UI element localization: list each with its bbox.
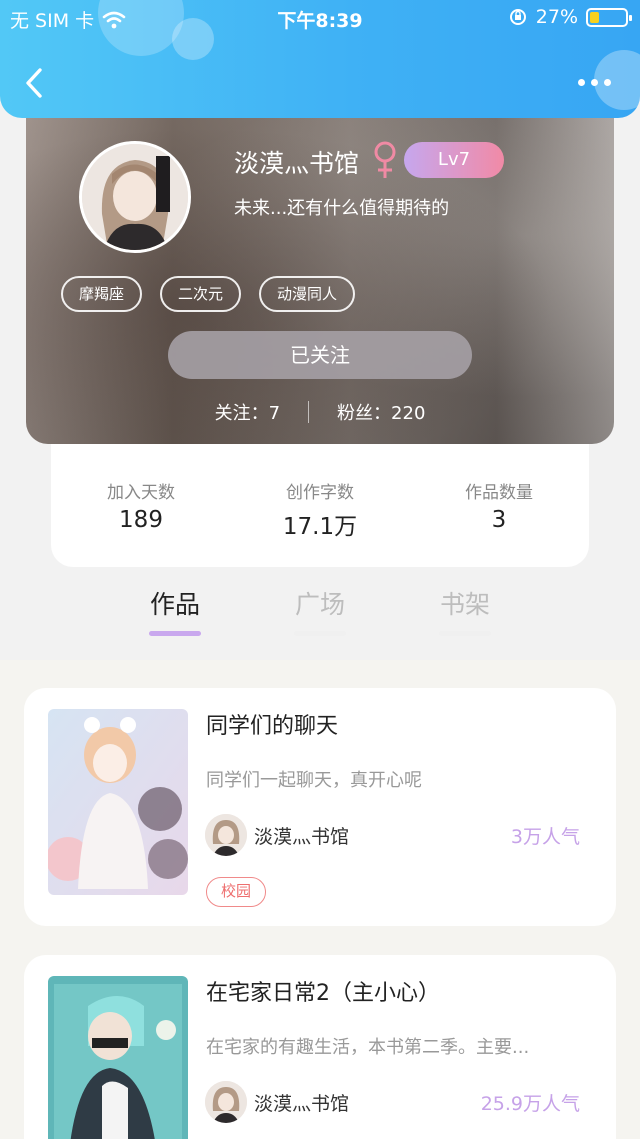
tab-bar: 作品 广场 书架 <box>0 585 640 660</box>
following-count[interactable]: 关注：7 <box>215 399 280 425</box>
user-bio: 未来...还有什么值得期待的 <box>234 198 450 219</box>
follow-counts: 关注：7 粉丝：220 <box>26 399 614 425</box>
genre-tag[interactable]: 校园 <box>206 877 267 907</box>
tab-indicator <box>149 631 201 636</box>
status-bar: 无 SIM 卡 下午8:39 27% <box>0 0 640 36</box>
profile-card: 淡漠灬书馆 Lv7 未来...还有什么值得期待的 摩羯座 二次元 动漫同人 已关… <box>26 96 614 444</box>
user-name: 淡漠灬书馆 <box>234 149 360 178</box>
book-card[interactable]: 同学们的聊天 同学们一起聊天，真开心呢 淡漠灬书馆 3万人气 校园 <box>24 688 616 926</box>
popularity: 25.9万人气 <box>480 1093 580 1115</box>
stat-works-count: 作品数量 3 <box>465 483 533 533</box>
book-cover[interactable] <box>48 976 188 1139</box>
orientation-lock-icon <box>509 9 526 25</box>
tag-chip[interactable]: 二次元 <box>160 276 242 312</box>
divider <box>308 401 310 423</box>
book-description: 同学们一起聊天，真开心呢 <box>206 770 422 791</box>
tag-chip[interactable]: 摩羯座 <box>61 276 143 312</box>
battery-icon <box>586 7 632 27</box>
female-gender-icon <box>374 141 396 178</box>
author-avatar <box>205 814 247 856</box>
tab-square[interactable]: 广场 <box>265 585 375 636</box>
tab-bookshelf[interactable]: 书架 <box>410 585 520 636</box>
battery-percent: 27% <box>535 6 578 28</box>
more-options-icon[interactable] <box>578 72 618 92</box>
popularity: 3万人气 <box>510 826 580 848</box>
book-card[interactable]: 在宅家日常2（主小心） 在宅家的有趣生活，本书第二季。主要... 淡漠灬书馆 2… <box>24 955 616 1139</box>
tab-works[interactable]: 作品 <box>120 585 230 636</box>
follow-button[interactable]: 已关注 <box>168 331 472 379</box>
back-arrow-icon[interactable] <box>20 66 50 100</box>
tag-list: 摩羯座 二次元 动漫同人 <box>61 276 356 312</box>
author-avatar <box>205 1081 247 1123</box>
stat-word-count: 创作字数 17.1万 <box>282 483 358 540</box>
works-list: 同学们的聊天 同学们一起聊天，真开心呢 淡漠灬书馆 3万人气 校园 在宅家日常2… <box>0 660 640 1139</box>
book-cover[interactable] <box>48 709 188 895</box>
book-title: 在宅家日常2（主小心） <box>206 981 440 1006</box>
book-description: 在宅家的有趣生活，本书第二季。主要... <box>206 1037 530 1058</box>
author-name[interactable]: 淡漠灬书馆 <box>254 822 349 849</box>
stat-join-days: 加入天数 189 <box>107 483 175 533</box>
book-title: 同学们的聊天 <box>206 714 339 739</box>
tag-chip[interactable]: 动漫同人 <box>259 276 356 312</box>
author-name[interactable]: 淡漠灬书馆 <box>254 1089 349 1116</box>
fans-count[interactable]: 粉丝：220 <box>337 399 425 425</box>
avatar[interactable] <box>79 141 191 253</box>
level-badge: Lv7 <box>404 142 504 178</box>
